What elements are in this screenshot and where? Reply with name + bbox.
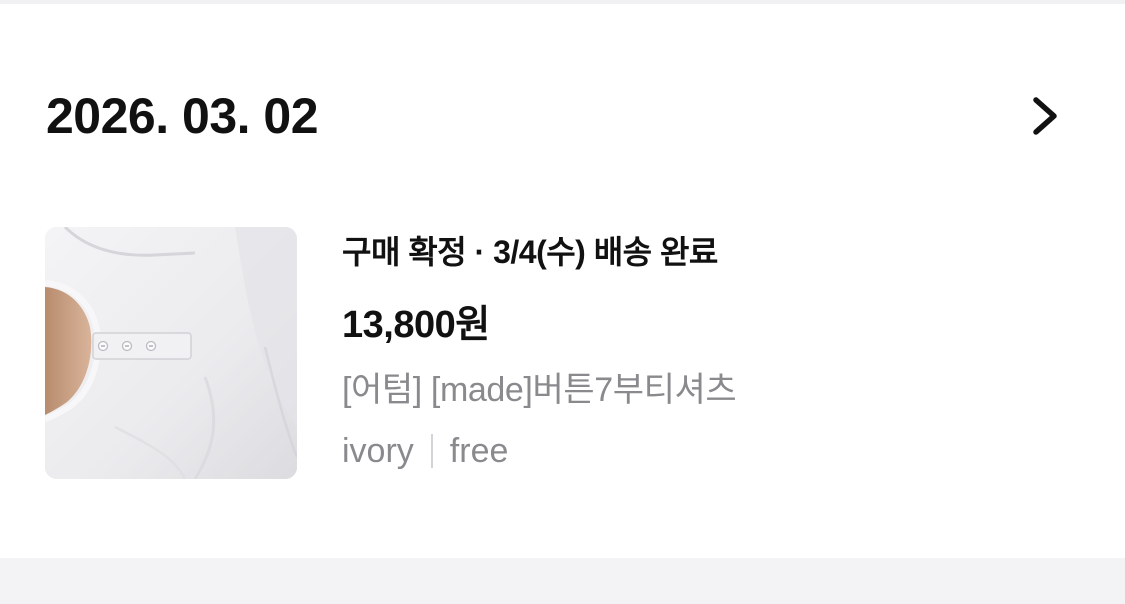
option-divider <box>430 434 433 468</box>
product-name: [어텀] [made]버튼7부티셔츠 <box>342 371 737 409</box>
order-status: 구매 확정 · 3/4(수) 배송 완료 <box>342 234 718 270</box>
order-date: 2026. 03. 02 <box>46 88 319 144</box>
product-options: ivory free <box>342 430 508 472</box>
option-size: free <box>449 432 509 470</box>
item-price: 13,800원 <box>342 304 490 346</box>
option-color: ivory <box>342 432 414 470</box>
product-thumbnail[interactable] <box>45 227 297 479</box>
order-card[interactable]: 2026. 03. 02 구매 확정 · 3/4(수) 배송 완료 13,800… <box>0 4 1125 558</box>
product-photo <box>45 227 297 479</box>
chevron-right-icon[interactable] <box>1026 92 1066 140</box>
